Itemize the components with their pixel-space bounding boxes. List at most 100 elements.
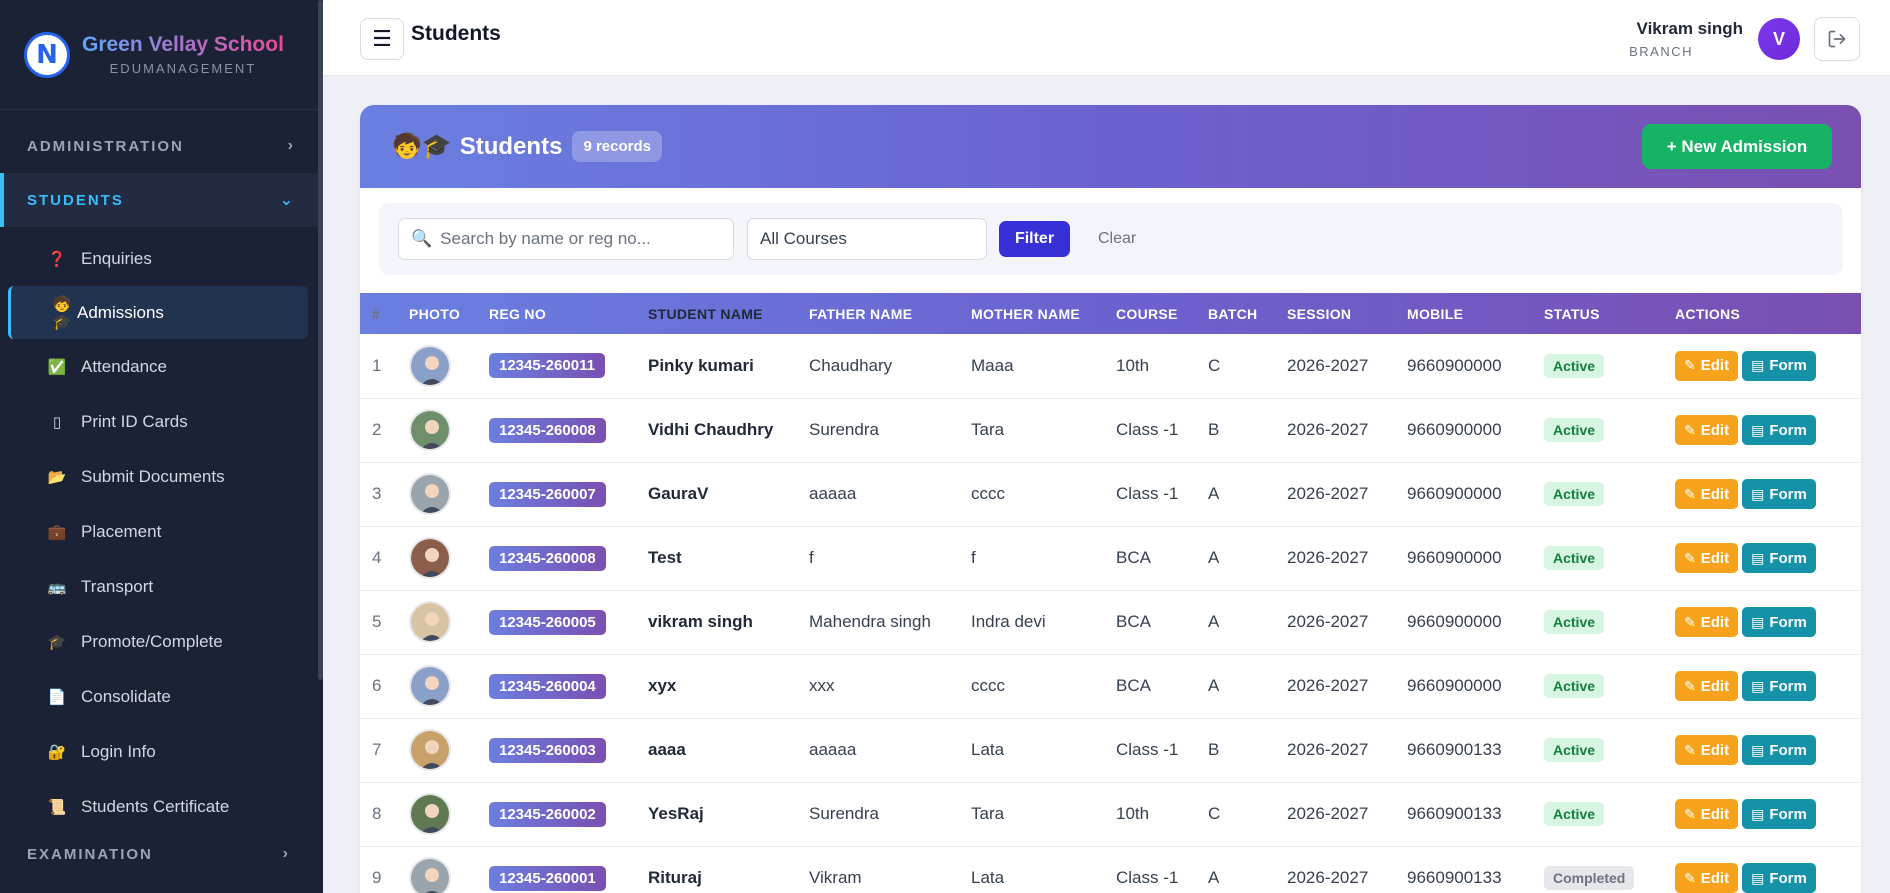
edit-button[interactable]: ✎ Edit <box>1675 735 1739 765</box>
table-row[interactable]: 6 12345-260004 xyx xxx cccc BCA A 2026-2027 9660… <box>360 654 1861 719</box>
column-header[interactable]: Course <box>1116 293 1208 334</box>
sidebar-item-submit-documents[interactable]: 📂 Submit Documents <box>0 449 323 504</box>
form-button[interactable]: ▤ Form <box>1742 863 1816 893</box>
sidebar-item-label: Placement <box>81 521 162 541</box>
form-button[interactable]: ▤ Form <box>1742 607 1816 637</box>
column-header[interactable]: Reg No <box>489 293 648 334</box>
table-row[interactable]: 7 12345-260003 aaaa aaaaa Lata Class -1 B 2026-… <box>360 718 1861 783</box>
form-label: Form <box>1769 357 1807 375</box>
clear-button[interactable]: Clear <box>1098 230 1136 248</box>
mother-name: Lata <box>971 846 1116 893</box>
topbar: ☰ Students Vikram singh BRANCH V <box>323 0 1890 76</box>
table-row[interactable]: 5 12345-260005 vikram singh Mahendra singh I… <box>360 590 1861 655</box>
brand[interactable]: N Green Vellay School EDUMANAGEMENT <box>0 0 323 110</box>
sidebar-item-admissions[interactable]: 🧒🎓 Admissions <box>8 286 308 339</box>
column-header[interactable]: Father Name <box>809 293 971 334</box>
edit-button[interactable]: ✎ Edit <box>1675 479 1739 509</box>
table-body: 1 12345-260011 Pinky kumari Chaudhary Maaa 10… <box>360 334 1861 893</box>
edit-button[interactable]: ✎ Edit <box>1675 543 1739 573</box>
mobile: 9660900000 <box>1407 590 1544 655</box>
column-header[interactable]: Mobile <box>1407 293 1544 334</box>
form-button[interactable]: ▤ Form <box>1742 799 1816 829</box>
student-photo <box>409 537 451 579</box>
actions-cell: ✎ Edit ▤ Form <box>1675 718 1861 783</box>
reg-no-badge: 12345-260002 <box>489 801 606 827</box>
column-header[interactable]: # <box>360 293 409 334</box>
column-header[interactable]: Session <box>1287 293 1407 334</box>
sidebar-item-label: Promote/Complete <box>81 631 223 651</box>
session: 2026-2027 <box>1287 334 1407 399</box>
form-label: Form <box>1769 421 1807 439</box>
edit-button[interactable]: ✎ Edit <box>1675 350 1739 381</box>
table-row[interactable]: 9 12345-260001 Rituraj Vikram Lata Class -1 A 2… <box>360 846 1861 893</box>
sidebar-item-print-id-cards[interactable]: ▯ Print ID Cards <box>0 394 323 449</box>
sidebar-item-consolidate[interactable]: 📄 Consolidate <box>0 669 323 724</box>
status-badge: Active <box>1544 482 1605 506</box>
filter-button[interactable]: Filter <box>999 221 1070 257</box>
table-row[interactable]: 4 12345-260008 Test f f BCA A 2026-2027 96609000… <box>360 526 1861 591</box>
table-row[interactable]: 1 12345-260011 Pinky kumari Chaudhary Maaa 10… <box>360 334 1861 399</box>
status-badge: Active <box>1544 802 1605 826</box>
sidebar-item-enquiries[interactable]: ❓ Enquiries <box>0 231 323 286</box>
sidebar-scrollbar[interactable] <box>318 0 323 680</box>
status-badge: Active <box>1544 353 1605 378</box>
nav-section-administration[interactable]: ADMINISTRATION › <box>0 119 323 173</box>
row-number: 7 <box>360 718 409 783</box>
form-button[interactable]: ▤ Form <box>1742 415 1816 445</box>
sidebar-item-attendance[interactable]: ✅ Attendance <box>0 339 323 394</box>
edit-button[interactable]: ✎ Edit <box>1675 671 1739 701</box>
form-label: Form <box>1769 869 1807 887</box>
batch: C <box>1208 334 1287 399</box>
mother-name: Lata <box>971 718 1116 783</box>
table-row[interactable]: 8 12345-260002 YesRaj Surendra Tara 10th C 2026… <box>360 782 1861 847</box>
column-header[interactable]: Photo <box>409 293 489 334</box>
avatar[interactable]: V <box>1758 18 1800 60</box>
form-button[interactable]: ▤ Form <box>1742 735 1816 765</box>
sidebar-item-promote-complete[interactable]: 🎓 Promote/Complete <box>0 614 323 669</box>
student-photo <box>409 665 451 707</box>
father-name: Vikram <box>809 846 971 893</box>
nav-section-students[interactable]: STUDENTS ⌄ <box>0 173 323 227</box>
photo-cell <box>409 846 489 893</box>
reg-cell: 12345-260001 <box>489 846 648 893</box>
pencil-icon: ✎ <box>1684 677 1696 694</box>
edit-button[interactable]: ✎ Edit <box>1675 607 1739 637</box>
column-header[interactable]: Status <box>1544 293 1675 334</box>
edit-button[interactable]: ✎ Edit <box>1675 415 1739 445</box>
column-header[interactable]: Actions <box>1675 293 1861 334</box>
form-button[interactable]: ▤ Form <box>1742 671 1816 701</box>
search-input[interactable]: 🔍 Search by name or reg no... <box>398 218 734 260</box>
course-select[interactable]: All Courses <box>747 218 987 260</box>
edit-button[interactable]: ✎ Edit <box>1675 799 1739 829</box>
form-button[interactable]: ▤ Form <box>1742 350 1816 381</box>
new-admission-button[interactable]: + New Admission <box>1642 124 1832 169</box>
sidebar-item-students-certificate[interactable]: 📜 Students Certificate <box>0 779 323 834</box>
sidebar-item-placement[interactable]: 💼 Placement <box>0 504 323 559</box>
form-button[interactable]: ▤ Form <box>1742 543 1816 573</box>
status-cell: Completed <box>1544 846 1675 893</box>
sidebar-item-transport[interactable]: 🚌 Transport <box>0 559 323 614</box>
student-photo <box>409 793 451 835</box>
logout-button[interactable] <box>1814 17 1860 61</box>
student-name: GauraV <box>648 462 809 527</box>
table-row[interactable]: 3 12345-260007 GauraV aaaaa cccc Class -1 A 202… <box>360 462 1861 527</box>
nav-section-label: STUDENTS <box>27 191 124 209</box>
nav-section-label: EXAMINATION <box>27 845 153 863</box>
course: 10th <box>1116 334 1208 399</box>
form-button[interactable]: ▤ Form <box>1742 479 1816 509</box>
form-label: Form <box>1769 805 1807 823</box>
table-row[interactable]: 2 12345-260008 Vidhi Chaudhry Surendra Tara C… <box>360 398 1861 463</box>
row-number: 3 <box>360 462 409 527</box>
reg-cell: 12345-260011 <box>489 334 648 399</box>
column-header[interactable]: Student Name <box>648 293 809 334</box>
sidebar-item-login-info[interactable]: 🔐 Login Info <box>0 724 323 779</box>
column-header[interactable]: Mother Name <box>971 293 1116 334</box>
student-name: xyx <box>648 654 809 719</box>
edit-label: Edit <box>1700 805 1730 823</box>
nav-section-examination[interactable]: EXAMINATION › <box>0 827 318 881</box>
briefcase-icon: 💼 <box>47 523 67 541</box>
folder-icon: 📂 <box>47 468 67 486</box>
edit-button[interactable]: ✎ Edit <box>1675 863 1739 893</box>
column-header[interactable]: Batch <box>1208 293 1287 334</box>
menu-toggle-button[interactable]: ☰ <box>360 18 404 60</box>
